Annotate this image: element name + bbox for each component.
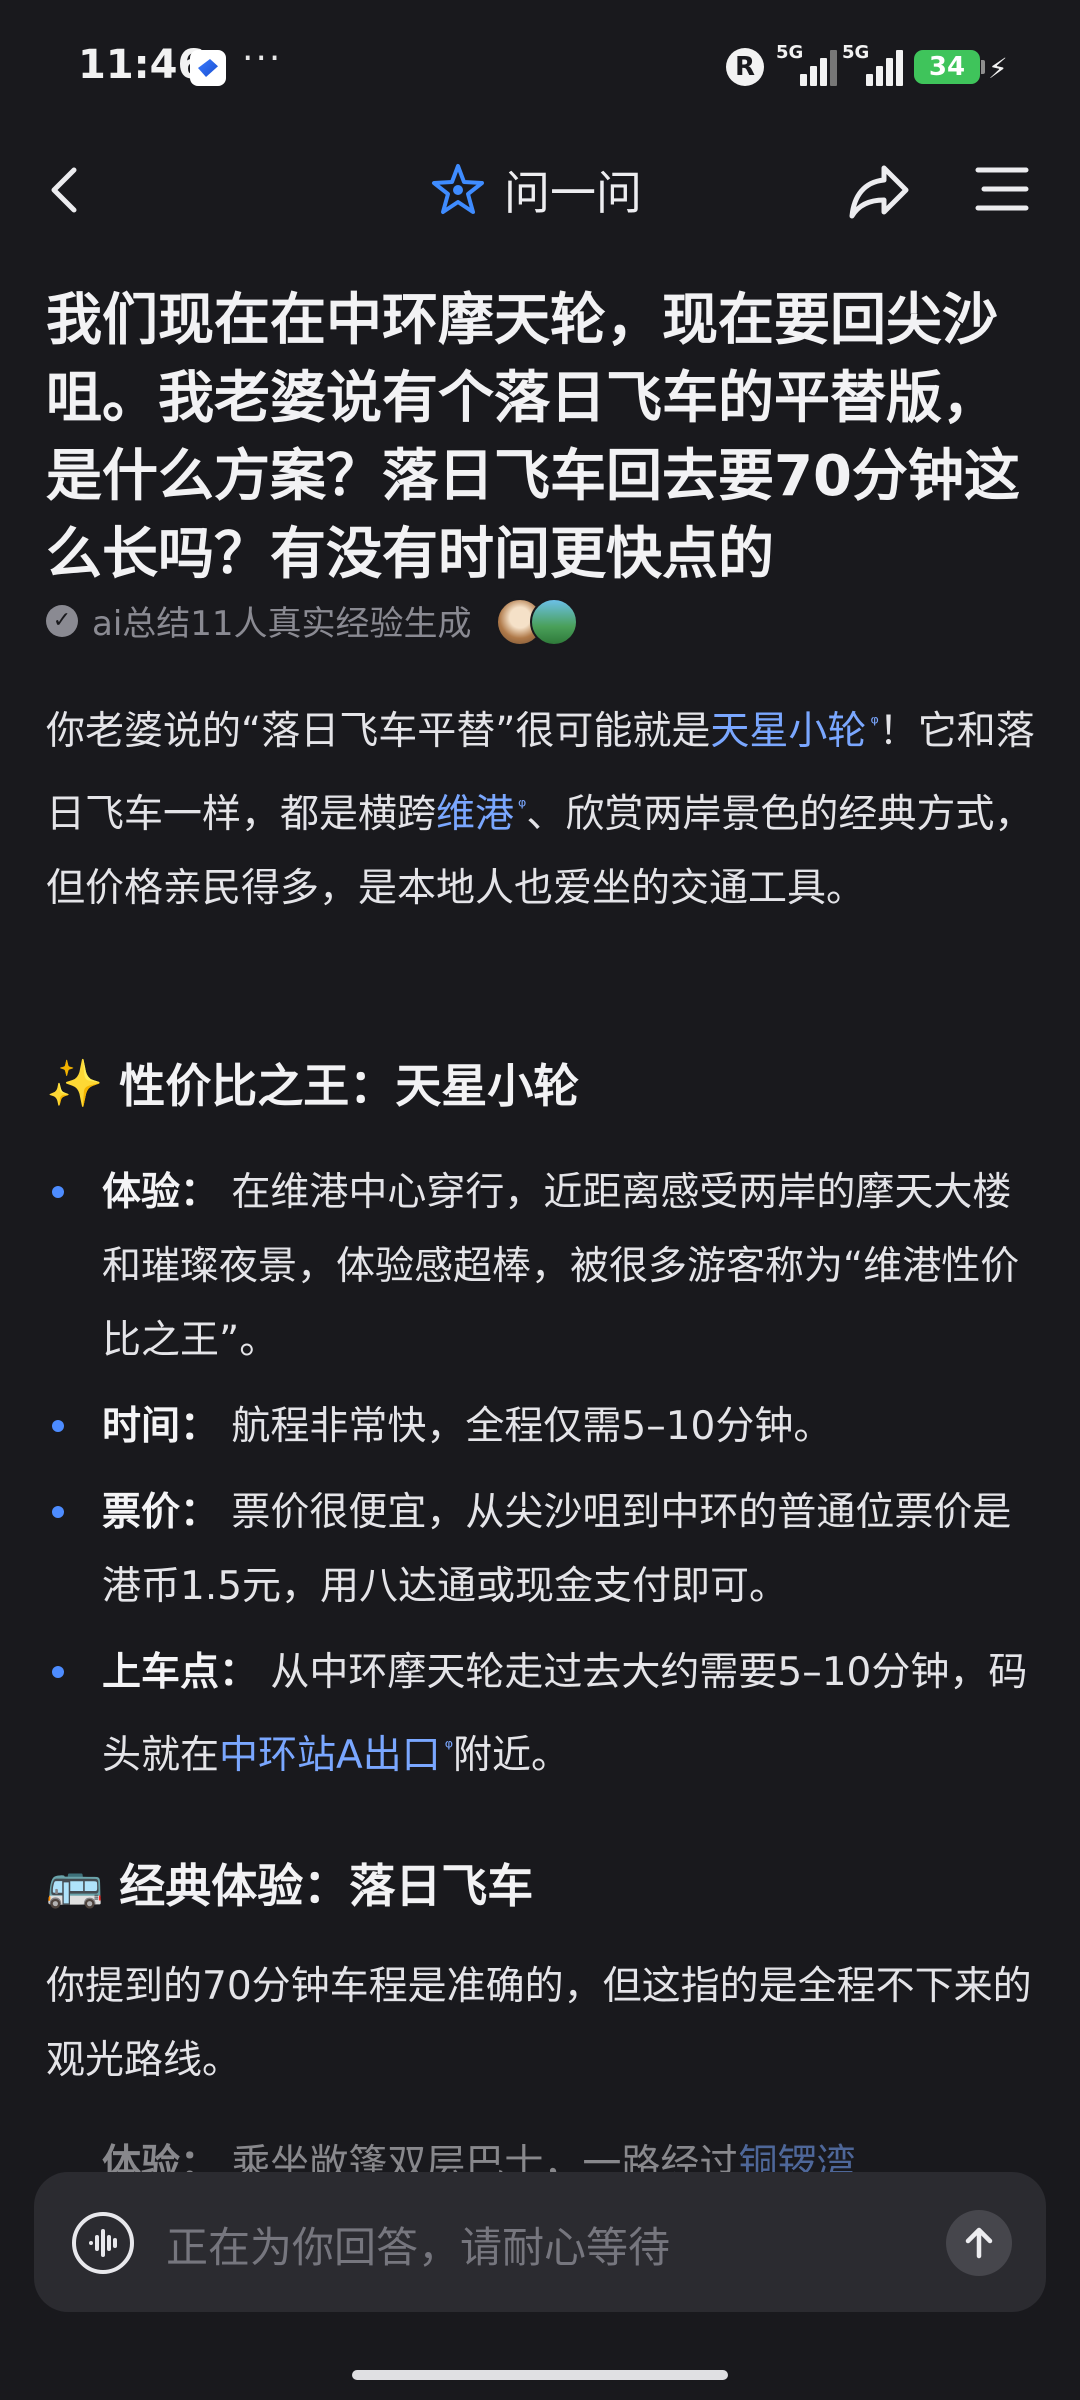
app-notification-icon	[190, 50, 226, 86]
source-note: ✓ ai总结11人真实经验生成	[46, 596, 578, 646]
share-button[interactable]	[846, 158, 912, 224]
status-time: 11:46	[78, 42, 206, 88]
home-indicator[interactable]	[352, 2370, 728, 2380]
sparkles-icon: ✨	[46, 1055, 104, 1110]
item-text: 票价很便宜，从尖沙咀到中环的普通位票价是港币1.5元，用八达通或现金支付即可。	[102, 1490, 1012, 1609]
intro-paragraph: 你老婆说的“落日飞车平替”很可能就是天星小轮 ᵠ！它和落日飞车一样，都是横跨维港 ᵠ…	[46, 686, 1036, 926]
bus-icon: 🚌	[46, 1855, 104, 1910]
more-notifications-icon: ···	[242, 38, 283, 79]
list-item: 上车点： 从中环摩天轮走过去大约需要5–10分钟，码头就在中环站A出口 ᵠ附近。	[102, 1636, 1032, 1793]
question-title: 我们现在在中环摩天轮，现在要回尖沙咀。我老婆说有个落日飞车的平替版，是什么方案？…	[46, 288, 1020, 587]
signal-1-icon: 5G	[776, 42, 837, 86]
nav-title-group: 问一问	[430, 158, 642, 222]
item-text: 航程非常快，全程仅需5–10分钟。	[231, 1404, 833, 1449]
r-status-icon: R	[726, 48, 764, 86]
search-icon[interactable]: ᵠ	[445, 1735, 453, 1759]
menu-button[interactable]	[974, 164, 1030, 214]
list-item: 时间： 航程非常快，全程仅需5–10分钟。	[102, 1390, 1032, 1464]
bullet-dot	[52, 1666, 64, 1678]
bullet-dot	[52, 1186, 64, 1198]
avatar	[529, 597, 578, 646]
back-button[interactable]	[38, 160, 98, 220]
section-heading: ✨ 性价比之王：天星小轮	[46, 1050, 579, 1116]
charging-icon: ⚡	[988, 52, 1008, 85]
item-label: 体验：	[102, 1170, 220, 1215]
list-item: 票价： 票价很便宜，从尖沙咀到中环的普通位票价是港币1.5元，用八达通或现金支付…	[102, 1476, 1032, 1624]
star-logo-icon	[432, 164, 484, 214]
intro-text: 你老婆说的“落日飞车平替”很可能就是	[46, 709, 711, 754]
item-text: 在维港中心穿行，近距离感受两岸的摩天大楼和璀璨夜景，体验感超棒，被很多游客称为“…	[102, 1170, 1020, 1363]
item-text: 附近。	[453, 1733, 571, 1778]
voice-input-button[interactable]	[72, 2212, 134, 2274]
signal-2-icon: 5G	[842, 42, 903, 86]
section-paragraph: 你提到的70分钟车程是准确的，但这指的是全程不下来的观光路线。	[46, 1964, 1032, 2083]
source-text: ai总结11人真实经验生成	[92, 604, 472, 644]
link-central-station-exit-a[interactable]: 中环站A出口	[219, 1733, 441, 1778]
contributor-avatars[interactable]	[495, 597, 578, 646]
item-label: 上车点：	[102, 1650, 259, 1695]
bullet-dot	[52, 1506, 64, 1518]
battery-icon: 34	[914, 50, 980, 84]
sim2-label: 5G	[842, 42, 870, 63]
item-label: 时间：	[102, 1404, 220, 1449]
section-title: 性价比之王：天星小轮	[119, 1059, 580, 1113]
section-heading: 🚌 经典体验：落日飞车	[46, 1850, 533, 1916]
link-star-ferry[interactable]: 天星小轮	[710, 709, 866, 754]
verified-check-icon: ✓	[46, 604, 78, 637]
link-victoria-harbour[interactable]: 维港	[436, 792, 514, 837]
chat-input[interactable]: 正在为你回答，请耐心等待	[166, 2214, 670, 2275]
list-item: 体验： 在维港中心穿行，近距离感受两岸的摩天大楼和璀璨夜景，体验感超棒，被很多游…	[102, 1156, 1032, 1378]
sim1-label: 5G	[776, 42, 804, 63]
bullet-dot	[52, 1420, 64, 1432]
section-title: 经典体验：落日飞车	[119, 1859, 534, 1913]
battery-cap	[981, 60, 985, 74]
item-label: 票价：	[102, 1490, 220, 1535]
send-button[interactable]	[946, 2210, 1012, 2276]
search-icon[interactable]: ᵠ	[870, 711, 878, 735]
page-title: 问一问	[504, 166, 642, 220]
